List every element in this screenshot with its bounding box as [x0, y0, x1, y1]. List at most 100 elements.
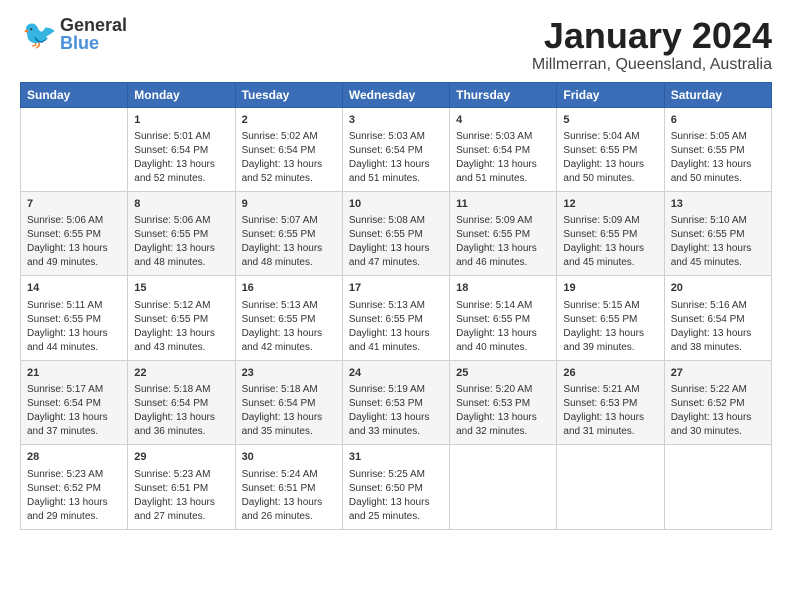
- page: 🐦 General Blue January 2024 Millmerran, …: [0, 0, 792, 540]
- calendar-cell: 20 Sunrise: 5:16 AM Sunset: 6:54 PM Dayl…: [664, 276, 771, 360]
- calendar-title: January 2024: [532, 16, 772, 56]
- day-number: 15: [134, 281, 228, 296]
- daylight-text: Daylight: 13 hours and 48 minutes.: [242, 243, 323, 268]
- sunrise-text: Sunrise: 5:06 AM: [27, 215, 103, 226]
- day-number: 9: [242, 197, 336, 212]
- day-number: 7: [27, 197, 121, 212]
- day-number: 11: [456, 197, 550, 212]
- calendar-cell: 4 Sunrise: 5:03 AM Sunset: 6:54 PM Dayli…: [450, 107, 557, 191]
- sunrise-text: Sunrise: 5:06 AM: [134, 215, 210, 226]
- calendar-cell: 2 Sunrise: 5:02 AM Sunset: 6:54 PM Dayli…: [235, 107, 342, 191]
- sunrise-text: Sunrise: 5:14 AM: [456, 300, 532, 311]
- day-number: 6: [671, 113, 765, 128]
- day-number: 23: [242, 366, 336, 381]
- sunrise-text: Sunrise: 5:04 AM: [563, 131, 639, 142]
- sunset-text: Sunset: 6:55 PM: [563, 229, 637, 240]
- calendar-cell: 5 Sunrise: 5:04 AM Sunset: 6:55 PM Dayli…: [557, 107, 664, 191]
- daylight-text: Daylight: 13 hours and 26 minutes.: [242, 497, 323, 522]
- day-number: 8: [134, 197, 228, 212]
- daylight-text: Daylight: 13 hours and 41 minutes.: [349, 328, 430, 353]
- calendar-week-row: 1 Sunrise: 5:01 AM Sunset: 6:54 PM Dayli…: [21, 107, 772, 191]
- sunrise-text: Sunrise: 5:12 AM: [134, 300, 210, 311]
- calendar-cell: 25 Sunrise: 5:20 AM Sunset: 6:53 PM Dayl…: [450, 360, 557, 444]
- calendar-cell: 22 Sunrise: 5:18 AM Sunset: 6:54 PM Dayl…: [128, 360, 235, 444]
- daylight-text: Daylight: 13 hours and 42 minutes.: [242, 328, 323, 353]
- daylight-text: Daylight: 13 hours and 35 minutes.: [242, 412, 323, 437]
- sunset-text: Sunset: 6:55 PM: [242, 229, 316, 240]
- daylight-text: Daylight: 13 hours and 47 minutes.: [349, 243, 430, 268]
- sunset-text: Sunset: 6:55 PM: [349, 229, 423, 240]
- daylight-text: Daylight: 13 hours and 51 minutes.: [456, 159, 537, 184]
- sunset-text: Sunset: 6:53 PM: [563, 398, 637, 409]
- sunrise-text: Sunrise: 5:24 AM: [242, 469, 318, 480]
- sunset-text: Sunset: 6:54 PM: [242, 145, 316, 156]
- calendar-cell: 7 Sunrise: 5:06 AM Sunset: 6:55 PM Dayli…: [21, 191, 128, 275]
- sunset-text: Sunset: 6:54 PM: [456, 145, 530, 156]
- header-saturday: Saturday: [664, 82, 771, 107]
- svg-text:🐦: 🐦: [22, 19, 56, 50]
- sunset-text: Sunset: 6:54 PM: [134, 145, 208, 156]
- calendar-week-row: 7 Sunrise: 5:06 AM Sunset: 6:55 PM Dayli…: [21, 191, 772, 275]
- sunset-text: Sunset: 6:53 PM: [349, 398, 423, 409]
- sunset-text: Sunset: 6:55 PM: [134, 314, 208, 325]
- sunrise-text: Sunrise: 5:17 AM: [27, 384, 103, 395]
- day-number: 2: [242, 113, 336, 128]
- sunrise-text: Sunrise: 5:20 AM: [456, 384, 532, 395]
- calendar-cell: [450, 445, 557, 529]
- calendar-cell: 14 Sunrise: 5:11 AM Sunset: 6:55 PM Dayl…: [21, 276, 128, 360]
- sunrise-text: Sunrise: 5:11 AM: [27, 300, 102, 311]
- daylight-text: Daylight: 13 hours and 38 minutes.: [671, 328, 752, 353]
- calendar-header-row: Sunday Monday Tuesday Wednesday Thursday…: [21, 82, 772, 107]
- daylight-text: Daylight: 13 hours and 46 minutes.: [456, 243, 537, 268]
- header: 🐦 General Blue January 2024 Millmerran, …: [20, 16, 772, 74]
- calendar-cell: 12 Sunrise: 5:09 AM Sunset: 6:55 PM Dayl…: [557, 191, 664, 275]
- header-thursday: Thursday: [450, 82, 557, 107]
- sunrise-text: Sunrise: 5:08 AM: [349, 215, 425, 226]
- sunset-text: Sunset: 6:55 PM: [563, 314, 637, 325]
- day-number: 24: [349, 366, 443, 381]
- header-monday: Monday: [128, 82, 235, 107]
- calendar-cell: [664, 445, 771, 529]
- sunset-text: Sunset: 6:52 PM: [671, 398, 745, 409]
- calendar-cell: 29 Sunrise: 5:23 AM Sunset: 6:51 PM Dayl…: [128, 445, 235, 529]
- daylight-text: Daylight: 13 hours and 25 minutes.: [349, 497, 430, 522]
- sunset-text: Sunset: 6:55 PM: [242, 314, 316, 325]
- daylight-text: Daylight: 13 hours and 45 minutes.: [671, 243, 752, 268]
- calendar-cell: 6 Sunrise: 5:05 AM Sunset: 6:55 PM Dayli…: [664, 107, 771, 191]
- daylight-text: Daylight: 13 hours and 48 minutes.: [134, 243, 215, 268]
- calendar-cell: [21, 107, 128, 191]
- calendar-week-row: 14 Sunrise: 5:11 AM Sunset: 6:55 PM Dayl…: [21, 276, 772, 360]
- daylight-text: Daylight: 13 hours and 30 minutes.: [671, 412, 752, 437]
- sunset-text: Sunset: 6:54 PM: [242, 398, 316, 409]
- day-number: 14: [27, 281, 121, 296]
- calendar-cell: 28 Sunrise: 5:23 AM Sunset: 6:52 PM Dayl…: [21, 445, 128, 529]
- calendar-table: Sunday Monday Tuesday Wednesday Thursday…: [20, 82, 772, 530]
- logo-general-text: General: [60, 16, 127, 34]
- calendar-week-row: 21 Sunrise: 5:17 AM Sunset: 6:54 PM Dayl…: [21, 360, 772, 444]
- calendar-cell: 17 Sunrise: 5:13 AM Sunset: 6:55 PM Dayl…: [342, 276, 449, 360]
- title-block: January 2024 Millmerran, Queensland, Aus…: [532, 16, 772, 74]
- sunrise-text: Sunrise: 5:21 AM: [563, 384, 639, 395]
- day-number: 10: [349, 197, 443, 212]
- daylight-text: Daylight: 13 hours and 43 minutes.: [134, 328, 215, 353]
- logo-blue-text: Blue: [60, 34, 127, 52]
- calendar-cell: 19 Sunrise: 5:15 AM Sunset: 6:55 PM Dayl…: [557, 276, 664, 360]
- sunset-text: Sunset: 6:55 PM: [134, 229, 208, 240]
- calendar-cell: 13 Sunrise: 5:10 AM Sunset: 6:55 PM Dayl…: [664, 191, 771, 275]
- sunset-text: Sunset: 6:55 PM: [456, 229, 530, 240]
- header-wednesday: Wednesday: [342, 82, 449, 107]
- calendar-cell: 10 Sunrise: 5:08 AM Sunset: 6:55 PM Dayl…: [342, 191, 449, 275]
- sunset-text: Sunset: 6:55 PM: [27, 229, 101, 240]
- calendar-cell: 16 Sunrise: 5:13 AM Sunset: 6:55 PM Dayl…: [235, 276, 342, 360]
- sunrise-text: Sunrise: 5:02 AM: [242, 131, 318, 142]
- sunrise-text: Sunrise: 5:10 AM: [671, 215, 747, 226]
- daylight-text: Daylight: 13 hours and 37 minutes.: [27, 412, 108, 437]
- day-number: 4: [456, 113, 550, 128]
- header-sunday: Sunday: [21, 82, 128, 107]
- sunrise-text: Sunrise: 5:23 AM: [27, 469, 103, 480]
- calendar-cell: 8 Sunrise: 5:06 AM Sunset: 6:55 PM Dayli…: [128, 191, 235, 275]
- daylight-text: Daylight: 13 hours and 33 minutes.: [349, 412, 430, 437]
- day-number: 30: [242, 450, 336, 465]
- day-number: 28: [27, 450, 121, 465]
- sunset-text: Sunset: 6:55 PM: [456, 314, 530, 325]
